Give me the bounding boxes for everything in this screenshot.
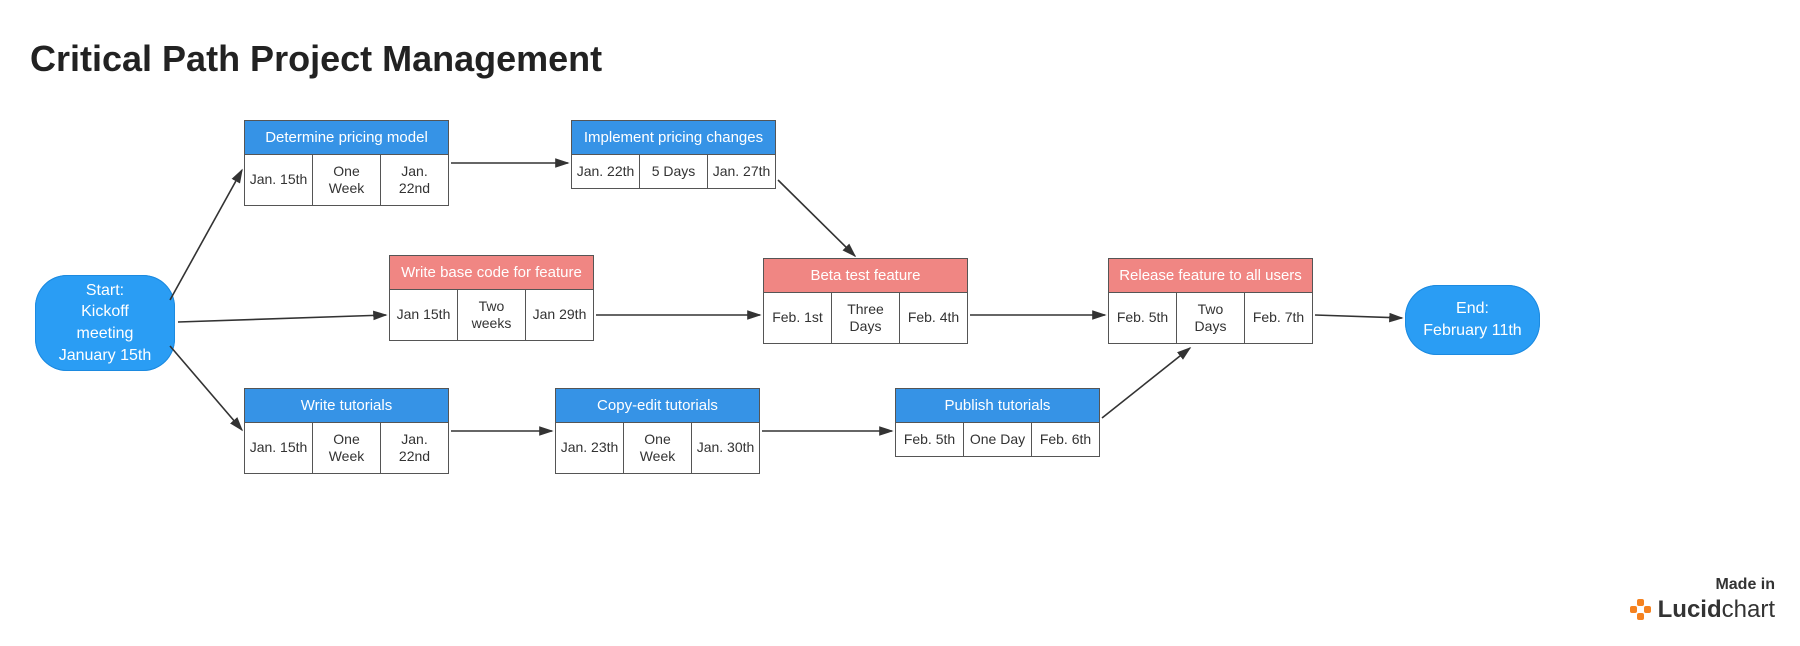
task-duration: Three Days	[831, 292, 899, 343]
task-duration: One Week	[623, 422, 691, 473]
start-node: Start: Kickoff meeting January 15th	[35, 275, 175, 371]
task-start: Feb. 5th	[1109, 292, 1176, 343]
task-start: Jan. 23th	[556, 422, 623, 473]
task-title: Write tutorials	[245, 389, 448, 422]
task-title: Beta test feature	[764, 259, 967, 292]
task-finish: Feb. 6th	[1031, 422, 1099, 456]
task-finish: Jan. 27th	[707, 154, 775, 188]
task-finish: Feb. 7th	[1244, 292, 1312, 343]
task-publish: Publish tutorials Feb. 5th One Day Feb. …	[895, 388, 1100, 457]
task-start: Jan. 15th	[245, 154, 312, 205]
task-duration: One Week	[312, 422, 380, 473]
task-duration: Two Days	[1176, 292, 1244, 343]
brand-text: Lucidchart	[1658, 596, 1775, 624]
task-write-tutorials: Write tutorials Jan. 15th One Week Jan. …	[244, 388, 449, 474]
task-start: Feb. 5th	[896, 422, 963, 456]
task-start: Feb. 1st	[764, 292, 831, 343]
task-title: Determine pricing model	[245, 121, 448, 154]
task-start: Jan. 22th	[572, 154, 639, 188]
attribution-madein: Made in	[1630, 576, 1775, 594]
end-node: End: February 11th	[1405, 285, 1540, 355]
task-start: Jan 15th	[390, 289, 457, 340]
task-duration: One Day	[963, 422, 1031, 456]
start-line3: January 15th	[59, 345, 152, 367]
attribution: Made in Lucidchart	[1630, 576, 1775, 624]
attribution-brand: Lucidchart	[1630, 596, 1775, 624]
task-finish: Feb. 4th	[899, 292, 967, 343]
end-line2: February 11th	[1423, 320, 1521, 342]
task-pricing-model: Determine pricing model Jan. 15th One We…	[244, 120, 449, 206]
task-finish: Jan. 22nd	[380, 154, 448, 205]
task-finish: Jan 29th	[525, 289, 593, 340]
diagram-canvas: Start: Kickoff meeting January 15th End:…	[0, 0, 1800, 646]
task-finish: Jan. 22nd	[380, 422, 448, 473]
task-duration: One Week	[312, 154, 380, 205]
task-title: Implement pricing changes	[572, 121, 775, 154]
task-start: Jan. 15th	[245, 422, 312, 473]
task-duration: Two weeks	[457, 289, 525, 340]
task-finish: Jan. 30th	[691, 422, 759, 473]
task-base-code: Write base code for feature Jan 15th Two…	[389, 255, 594, 341]
lucidchart-icon	[1630, 599, 1652, 621]
task-title: Publish tutorials	[896, 389, 1099, 422]
task-pricing-changes: Implement pricing changes Jan. 22th 5 Da…	[571, 120, 776, 189]
task-copyedit: Copy-edit tutorials Jan. 23th One Week J…	[555, 388, 760, 474]
start-line1: Start:	[86, 280, 124, 302]
task-release: Release feature to all users Feb. 5th Tw…	[1108, 258, 1313, 344]
task-duration: 5 Days	[639, 154, 707, 188]
task-title: Copy-edit tutorials	[556, 389, 759, 422]
task-title: Release feature to all users	[1109, 259, 1312, 292]
task-title: Write base code for feature	[390, 256, 593, 289]
task-beta-test: Beta test feature Feb. 1st Three Days Fe…	[763, 258, 968, 344]
start-line2: Kickoff meeting	[53, 301, 157, 344]
end-line1: End:	[1456, 298, 1489, 320]
